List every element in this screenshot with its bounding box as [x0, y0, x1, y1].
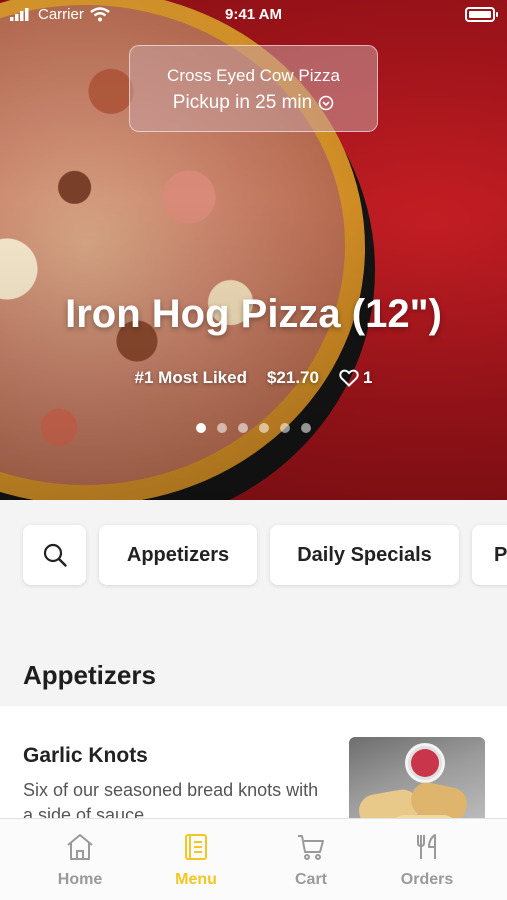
like-button[interactable]: 1 [339, 368, 372, 388]
carousel-indicator[interactable] [0, 423, 507, 433]
like-count: 1 [362, 368, 373, 387]
status-time: 9:41 AM [225, 6, 282, 23]
hero-banner[interactable]: Carrier 9:41 AM Cross Eyed Cow Pizza Pic… [0, 0, 507, 500]
restaurant-name: Cross Eyed Cow Pizza [167, 66, 340, 85]
featured-price: $21.70 [266, 368, 319, 387]
category-chip-appetizers[interactable]: Appetizers [99, 525, 257, 585]
chevron-down-circle-icon [318, 95, 334, 111]
tab-label: Menu [175, 871, 217, 888]
menu-item-name: Garlic Knots [23, 744, 148, 767]
search-button[interactable] [23, 525, 86, 585]
pickup-selector[interactable]: Cross Eyed Cow Pizza Pickup in 25 min [129, 45, 378, 132]
carousel-dot[interactable] [217, 423, 227, 433]
featured-item-meta: #1 Most Liked $21.70 1 [0, 368, 507, 388]
carousel-dot[interactable] [196, 423, 206, 433]
section-title: Appetizers [23, 660, 156, 690]
tab-orders[interactable]: Orders [364, 819, 490, 900]
category-chip-daily-specials[interactable]: Daily Specials [270, 525, 459, 585]
category-chip-next[interactable]: P [472, 525, 507, 585]
tab-cart[interactable]: Cart [248, 819, 374, 900]
fork-knife-icon [417, 834, 436, 859]
featured-rank: #1 Most Liked [134, 368, 247, 387]
status-bar: Carrier 9:41 AM [0, 0, 507, 30]
carousel-dot[interactable] [259, 423, 269, 433]
category-bar: Appetizers Daily Specials P [0, 500, 507, 610]
tab-label: Orders [400, 871, 454, 888]
heart-icon [339, 369, 359, 387]
tab-bar: Home Menu Cart Orders [0, 818, 507, 900]
battery-icon [465, 7, 498, 22]
carousel-dot[interactable] [301, 423, 311, 433]
carousel-dot[interactable] [280, 423, 290, 433]
carousel-dot[interactable] [238, 423, 248, 433]
search-icon [43, 543, 67, 567]
tab-home[interactable]: Home [17, 819, 143, 900]
tab-menu[interactable]: Menu [133, 819, 259, 900]
featured-item-title: Iron Hog Pizza (12") [65, 292, 442, 336]
tab-label: Cart [294, 871, 327, 888]
tab-label: Home [57, 871, 103, 888]
menu-book-icon [185, 834, 207, 860]
pickup-time: Pickup in 25 min [172, 92, 313, 113]
home-icon [67, 834, 93, 860]
cart-icon [298, 835, 324, 860]
